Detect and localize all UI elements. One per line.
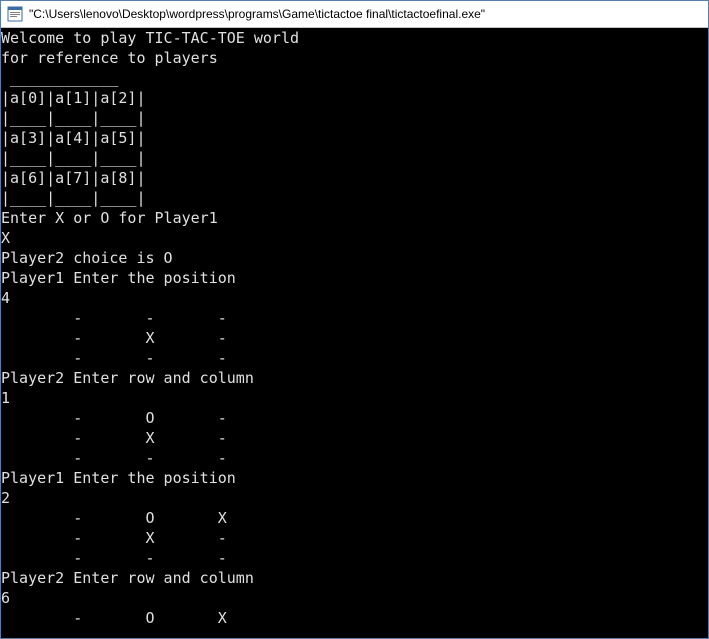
console-output[interactable]: Welcome to play TIC-TAC-TOE world for re… bbox=[1, 28, 708, 638]
window-titlebar[interactable]: "C:\Users\lenovo\Desktop\wordpress\progr… bbox=[1, 1, 708, 28]
app-icon bbox=[7, 6, 23, 22]
window-title: "C:\Users\lenovo\Desktop\wordpress\progr… bbox=[29, 7, 485, 21]
